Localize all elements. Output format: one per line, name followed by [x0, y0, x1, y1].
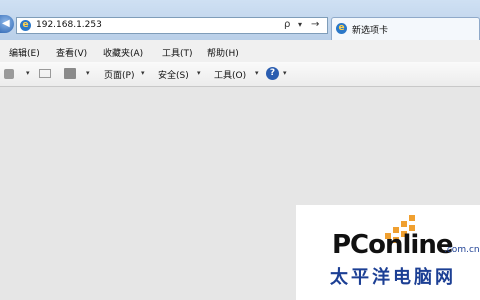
go-arrow-icon[interactable]: →: [311, 19, 319, 30]
pconline-brand-text: PConline: [332, 230, 453, 260]
mail-icon[interactable]: [39, 69, 51, 78]
tools-menu-button[interactable]: 工具(O): [214, 68, 246, 81]
pconline-watermark: PConline .com.cn 太平洋电脑网: [296, 205, 480, 300]
chevron-down-icon[interactable]: ▾: [298, 20, 302, 29]
help-icon[interactable]: ?: [266, 67, 279, 80]
tab-new[interactable]: e 新选项卡: [331, 17, 480, 40]
print-dropdown-icon[interactable]: ▾: [86, 69, 90, 77]
search-icon[interactable]: ρ: [284, 19, 290, 30]
menu-bar: 编辑(E) 查看(V) 收藏夹(A) 工具(T) 帮助(H): [0, 40, 480, 63]
feeds-dropdown-icon[interactable]: ▾: [26, 69, 30, 77]
safety-dropdown-icon[interactable]: ▾: [197, 69, 201, 77]
pconline-domain-suffix: .com.cn: [444, 245, 480, 255]
tools-dropdown-icon[interactable]: ▾: [255, 69, 259, 77]
tab-title: 新选项卡: [352, 26, 389, 36]
menu-favorites[interactable]: 收藏夹(A): [103, 46, 143, 59]
address-url[interactable]: 192.168.1.253: [36, 20, 102, 30]
menu-edit[interactable]: 编辑(E): [9, 46, 40, 59]
help-dropdown-icon[interactable]: ▾: [283, 69, 287, 77]
command-bar: ▾ ▾ 页面(P) ▾ 安全(S) ▾ 工具(O) ▾ ? ▾: [0, 62, 480, 87]
ie-page-icon: e: [20, 20, 31, 31]
feeds-icon[interactable]: [4, 69, 14, 79]
page-dropdown-icon[interactable]: ▾: [141, 69, 145, 77]
page-menu-button[interactable]: 页面(P): [104, 68, 134, 81]
menu-tools[interactable]: 工具(T): [162, 46, 193, 59]
back-button[interactable]: ◀: [0, 15, 14, 33]
back-arrow-icon: ◀: [2, 18, 10, 29]
menu-view[interactable]: 查看(V): [56, 46, 87, 59]
safety-menu-button[interactable]: 安全(S): [158, 68, 189, 81]
pconline-chinese-name: 太平洋电脑网: [330, 267, 456, 288]
address-bar[interactable]: e 192.168.1.253 ρ ▾ →: [16, 17, 328, 34]
ie-tab-icon: e: [336, 23, 347, 34]
browser-titlebar: ◀ e 192.168.1.253 ρ ▾ → e 新选项卡: [0, 0, 480, 40]
print-icon[interactable]: [64, 68, 76, 79]
menu-help[interactable]: 帮助(H): [207, 46, 239, 59]
